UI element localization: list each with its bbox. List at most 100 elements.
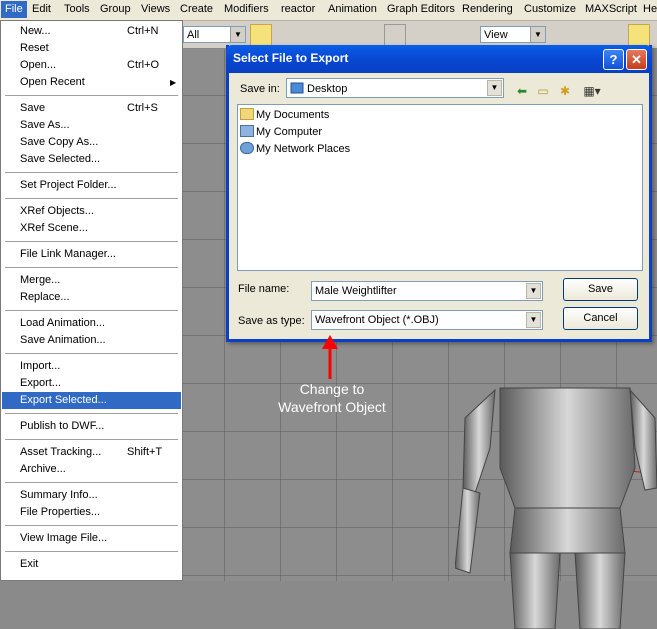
- menu-item-label: Publish to DWF...: [20, 420, 105, 432]
- file-menu-xref-objects[interactable]: XRef Objects...: [2, 203, 181, 220]
- save-in-dropdown[interactable]: Desktop ▼: [286, 78, 504, 98]
- menu-graph-editors[interactable]: Graph Editors: [387, 3, 455, 15]
- chevron-down-icon: ▼: [487, 80, 502, 96]
- menu-item-label: File Link Manager...: [20, 248, 116, 260]
- file-menu-xref-scene[interactable]: XRef Scene...: [2, 220, 181, 237]
- menu-separator: [5, 525, 178, 526]
- cancel-button[interactable]: Cancel: [563, 307, 638, 330]
- list-item-my-computer[interactable]: My Computer: [240, 124, 322, 141]
- save-in-value: Desktop: [290, 82, 347, 95]
- selection-filter-dropdown[interactable]: All ▼: [183, 26, 246, 43]
- list-item-my-network-places[interactable]: My Network Places: [240, 141, 350, 158]
- menu-separator: [5, 413, 178, 414]
- save-button[interactable]: Save: [563, 278, 638, 301]
- file-menu-open-recent[interactable]: Open Recent ▶: [2, 74, 181, 91]
- menu-help[interactable]: He: [643, 3, 657, 15]
- file-menu-publish-to-dwf[interactable]: Publish to DWF...: [2, 418, 181, 435]
- dialog-titlebar[interactable]: Select File to Export ? ✕: [226, 45, 652, 73]
- menu-animation[interactable]: Animation: [328, 3, 377, 15]
- list-item-my-documents[interactable]: My Documents: [240, 107, 329, 124]
- annotation-line-1: Change to: [299, 381, 365, 397]
- menu-separator: [5, 353, 178, 354]
- file-menu-export-selected[interactable]: Export Selected...: [2, 392, 181, 409]
- folder-icon: [240, 108, 254, 120]
- file-menu-view-image-file[interactable]: View Image File...: [2, 530, 181, 547]
- file-menu-save-selected[interactable]: Save Selected...: [2, 151, 181, 168]
- file-menu-export[interactable]: Export...: [2, 375, 181, 392]
- menu-rendering[interactable]: Rendering: [462, 3, 513, 15]
- file-menu-asset-tracking[interactable]: Asset Tracking... Shift+T: [2, 444, 181, 461]
- menu-item-label: XRef Scene...: [20, 222, 88, 234]
- reference-coord-dropdown[interactable]: View ▼: [480, 26, 546, 43]
- menu-item-shortcut: Ctrl+N: [127, 25, 159, 37]
- menu-separator: [5, 198, 178, 199]
- menu-edit[interactable]: Edit: [32, 3, 51, 15]
- menu-item-label: File Properties...: [20, 506, 101, 518]
- export-dialog: Select File to Export ? ✕ Save in: Deskt…: [226, 45, 652, 342]
- file-list[interactable]: My Documents My Computer My Network Plac…: [237, 104, 643, 271]
- menu-tools[interactable]: Tools: [64, 3, 90, 15]
- file-menu-import[interactable]: Import...: [2, 358, 181, 375]
- select-move-button[interactable]: [384, 24, 406, 46]
- file-menu-save-as[interactable]: Save As...: [2, 117, 181, 134]
- up-folder-icon[interactable]: ▭: [534, 83, 552, 99]
- new-folder-icon[interactable]: ✱: [556, 83, 574, 99]
- submenu-arrow-icon: ▶: [170, 78, 177, 87]
- file-menu-file-link-manager[interactable]: File Link Manager...: [2, 246, 181, 263]
- select-object-button[interactable]: [250, 24, 272, 46]
- menu-modifiers[interactable]: Modifiers: [224, 3, 269, 15]
- menu-group[interactable]: Group: [100, 3, 131, 15]
- file-menu-file-properties[interactable]: File Properties...: [2, 504, 181, 521]
- file-menu-open[interactable]: Open... Ctrl+O: [2, 57, 181, 74]
- menu-item-label: Save Copy As...: [20, 136, 99, 148]
- file-menu-set-project-folder[interactable]: Set Project Folder...: [2, 177, 181, 194]
- menu-item-shortcut: Ctrl+O: [127, 59, 160, 71]
- menu-customize[interactable]: Customize: [524, 3, 576, 15]
- render-setup-button[interactable]: [628, 24, 650, 46]
- menu-item-label: Save Selected...: [20, 153, 101, 165]
- character-model: [455, 387, 657, 629]
- view-menu-icon[interactable]: ▦▾: [579, 83, 605, 99]
- file-name-field[interactable]: Male Weightlifter ▼: [311, 281, 543, 301]
- close-button[interactable]: ✕: [626, 49, 647, 70]
- menu-item-label: View Image File...: [20, 532, 108, 544]
- menu-item-label: Export Selected...: [20, 394, 107, 406]
- menu-item-label: Save As...: [20, 119, 70, 131]
- menu-create[interactable]: Create: [180, 3, 213, 15]
- list-item-label: My Network Places: [256, 143, 351, 155]
- file-menu-summary-info[interactable]: Summary Info...: [2, 487, 181, 504]
- chevron-down-icon: ▼: [526, 312, 541, 328]
- list-item-label: My Computer: [256, 126, 323, 138]
- reference-coord-value: View: [484, 29, 508, 41]
- save-as-type-value: Wavefront Object (*.OBJ): [315, 314, 439, 326]
- file-menu-save-copy-as[interactable]: Save Copy As...: [2, 134, 181, 151]
- menu-file[interactable]: File: [1, 1, 27, 18]
- menu-item-label: Replace...: [20, 291, 70, 303]
- menu-reactor[interactable]: reactor: [281, 3, 315, 15]
- chevron-down-icon: ▼: [230, 27, 245, 42]
- save-as-type-dropdown[interactable]: Wavefront Object (*.OBJ) ▼: [311, 310, 543, 330]
- file-menu-save-animation[interactable]: Save Animation...: [2, 332, 181, 349]
- menu-item-label: Save: [20, 102, 46, 114]
- file-menu-save[interactable]: Save Ctrl+S: [2, 100, 181, 117]
- file-menu-merge[interactable]: Merge...: [2, 272, 181, 289]
- menu-separator: [5, 172, 178, 173]
- menu-maxscript[interactable]: MAXScript: [585, 3, 637, 15]
- save-as-type-label: Save as type:: [238, 315, 305, 327]
- file-menu-replace[interactable]: Replace...: [2, 289, 181, 306]
- file-menu-load-animation[interactable]: Load Animation...: [2, 315, 181, 332]
- menu-item-label: Merge...: [20, 274, 61, 286]
- menu-item-label: Reset: [20, 42, 49, 54]
- menu-separator: [5, 482, 178, 483]
- list-item-label: My Documents: [256, 109, 330, 121]
- help-button[interactable]: ?: [603, 49, 624, 70]
- menu-item-label: Load Animation...: [20, 317, 106, 329]
- back-icon[interactable]: ⬅: [513, 83, 531, 99]
- file-menu-archive[interactable]: Archive...: [2, 461, 181, 478]
- file-menu-exit[interactable]: Exit: [2, 556, 181, 573]
- file-menu-new[interactable]: New... Ctrl+N: [2, 23, 181, 40]
- menu-item-shortcut: Shift+T: [127, 446, 163, 458]
- menu-views[interactable]: Views: [141, 3, 170, 15]
- file-menu-reset[interactable]: Reset: [2, 40, 181, 57]
- dialog-title: Select File to Export: [233, 51, 349, 65]
